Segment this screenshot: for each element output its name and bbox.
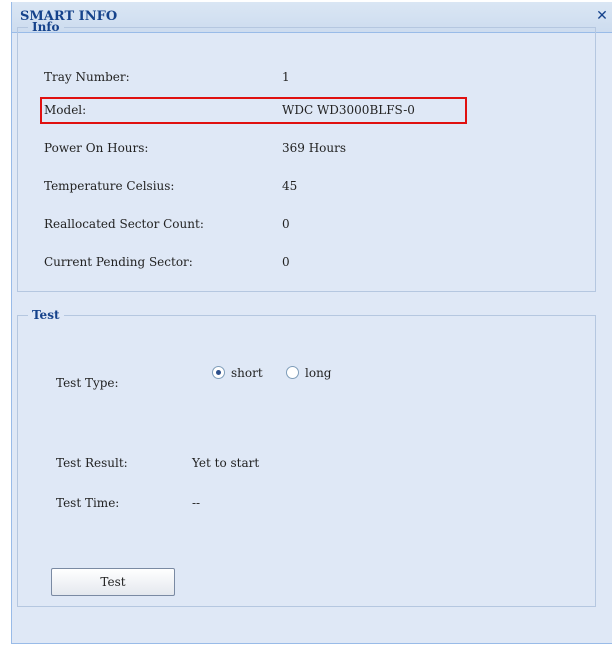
test-time-label: Test Time: — [56, 496, 120, 510]
reallocated-sector-label: Reallocated Sector Count: — [44, 217, 204, 231]
test-button[interactable]: Test — [51, 568, 175, 596]
tray-number-value: 1 — [282, 70, 290, 84]
temperature-label: Temperature Celsius: — [44, 179, 175, 193]
power-on-hours-label: Power On Hours: — [44, 141, 149, 155]
test-time-value: -- — [192, 496, 201, 510]
model-highlight-box — [40, 97, 467, 124]
close-icon[interactable]: ✕ — [594, 7, 610, 25]
test-legend: Test — [32, 308, 60, 322]
long-radio[interactable] — [286, 366, 299, 379]
info-legend: Info — [32, 20, 60, 34]
test-result-value: Yet to start — [192, 456, 260, 470]
test-type-label: Test Type: — [56, 376, 119, 390]
info-fieldset: Info — [17, 20, 596, 292]
reallocated-sector-value: 0 — [282, 217, 290, 231]
long-radio-label[interactable]: long — [305, 366, 331, 380]
power-on-hours-value: 369 Hours — [282, 141, 347, 155]
test-result-label: Test Result: — [56, 456, 128, 470]
pending-sector-label: Current Pending Sector: — [44, 255, 193, 269]
tray-number-label: Tray Number: — [44, 70, 130, 84]
short-radio[interactable] — [212, 366, 225, 379]
short-radio-label[interactable]: short — [231, 366, 263, 380]
temperature-value: 45 — [282, 179, 298, 193]
pending-sector-value: 0 — [282, 255, 290, 269]
